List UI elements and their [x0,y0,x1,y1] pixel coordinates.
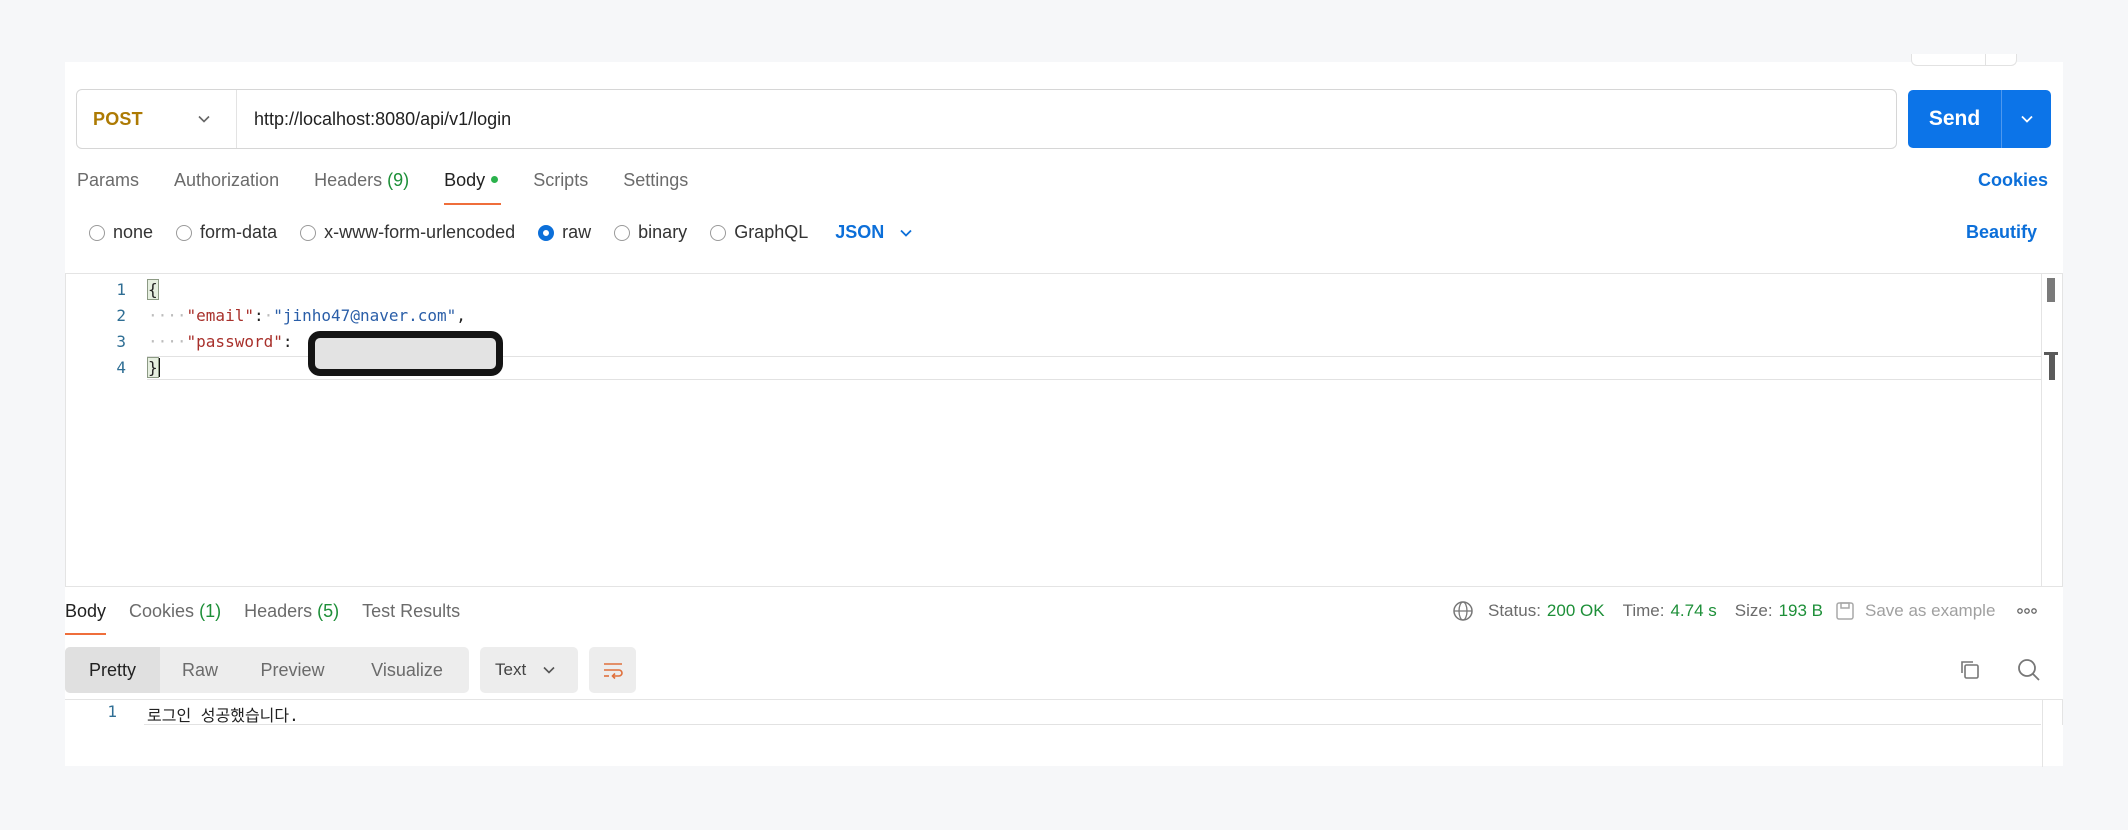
line-number: 4 [116,358,126,377]
raw-format-select[interactable]: JSON [835,222,913,243]
send-button-group: Send [1908,90,2051,148]
view-preview[interactable]: Preview [240,647,345,693]
radio-graphql[interactable]: GraphQL [710,222,808,243]
beautify-button[interactable]: Beautify [1966,222,2037,243]
code-line-1: { [147,279,159,300]
response-tabs: Body Cookies (1) Headers (5) Test Result… [65,601,483,635]
json-key: "password" [186,332,283,351]
radio-circle-icon [710,224,727,241]
current-line-highlight [144,700,2041,725]
more-options-icon[interactable] [2017,607,2038,615]
response-status-bar: Status: 200 OK Time: 4.74 s Size: 193 B Sav… [1452,600,2038,622]
tab-headers[interactable]: Headers (9) [314,170,409,206]
wrap-lines-icon [603,663,623,680]
chevron-down-icon [198,115,210,123]
chevron-down-icon [2020,115,2033,123]
wrap-lines-button[interactable] [589,647,636,693]
view-visualize[interactable]: Visualize [345,647,469,693]
editor-scrollbar-track[interactable] [2041,274,2042,586]
tab-settings[interactable]: Settings [623,170,688,206]
radio-circle-icon [89,224,105,241]
tab-authorization[interactable]: Authorization [174,170,279,206]
code-line-2: ····"email":·"jinho47@naver.com", [148,306,466,325]
tab-response-cookies[interactable]: Cookies (1) [129,601,221,635]
editor-scrollbar-thumb[interactable] [2047,278,2055,302]
text-cursor [157,358,160,377]
radio-none[interactable]: none [89,222,153,243]
save-icon [1836,602,1854,620]
response-format-select[interactable]: Text [480,647,578,693]
response-text: 로그인 성공했습니다. [147,706,299,725]
radio-form-data[interactable]: form-data [176,222,277,243]
tab-response-headers[interactable]: Headers (5) [244,601,339,635]
line-number: 1 [116,280,126,299]
size-value: 193 B [1778,601,1823,620]
chevron-down-icon [900,229,912,237]
tab-scripts[interactable]: Scripts [533,170,588,206]
radio-circle-icon [300,224,317,241]
url-bar: POST [76,89,1897,149]
time-value: 4.74 s [1670,601,1717,620]
line-number: 1 [107,702,117,721]
method-label: POST [93,108,143,129]
code-line-4: } [147,357,160,378]
send-options-button[interactable] [2002,90,2051,148]
method-select[interactable]: POST [77,90,237,148]
view-raw[interactable]: Raw [160,647,240,693]
redaction-box [308,331,503,376]
tab-test-results[interactable]: Test Results [362,601,460,635]
status-value: 200 OK [1546,601,1605,620]
json-key: "email" [186,306,254,325]
response-scrollbar-edge [2062,700,2063,725]
response-view-mode: Pretty Raw Preview Visualize [65,647,469,693]
cookies-link[interactable]: Cookies [1978,170,2048,191]
json-value: "jinho47@naver.com" [273,306,457,325]
save-as-example-button[interactable]: Save as example [1835,601,1995,621]
view-pretty[interactable]: Pretty [65,647,160,693]
radio-x-www-form-urlencoded[interactable]: x-www-form-urlencoded [300,222,515,243]
scrollbar-marker [2049,354,2055,380]
tab-body[interactable]: Body [444,170,502,206]
search-icon[interactable] [2016,657,2042,688]
tab-params[interactable]: Params [77,170,139,206]
line-number: 2 [116,306,126,325]
radio-binary[interactable]: binary [614,222,687,243]
copy-icon[interactable] [1958,658,1982,687]
url-input[interactable] [237,90,1896,148]
chevron-down-icon [543,666,555,674]
radio-circle-icon [614,224,631,241]
tab-response-body[interactable]: Body [65,601,107,635]
radio-raw[interactable]: raw [538,222,591,243]
body-type-options: none form-data x-www-form-urlencoded raw… [89,222,913,243]
globe-icon[interactable] [1452,600,1474,622]
request-tabs: Params Authorization Headers (9) Body Sc… [77,170,723,206]
response-body-viewer[interactable]: 1 로그인 성공했습니다. [65,699,2063,767]
top-right-control[interactable] [1911,54,2017,66]
headers-count: (9) [387,170,410,190]
radio-selected-icon [538,224,555,241]
modified-dot-icon [491,176,499,183]
code-line-3: ····"password": [148,332,293,351]
send-button[interactable]: Send [1908,90,2002,148]
line-number: 3 [116,332,126,351]
response-scrollbar-track[interactable] [2042,700,2043,767]
radio-circle-icon [176,224,193,241]
request-body-editor[interactable]: 1 2 3 4 { ····"email":·"jinho47@naver.co… [65,273,2063,587]
